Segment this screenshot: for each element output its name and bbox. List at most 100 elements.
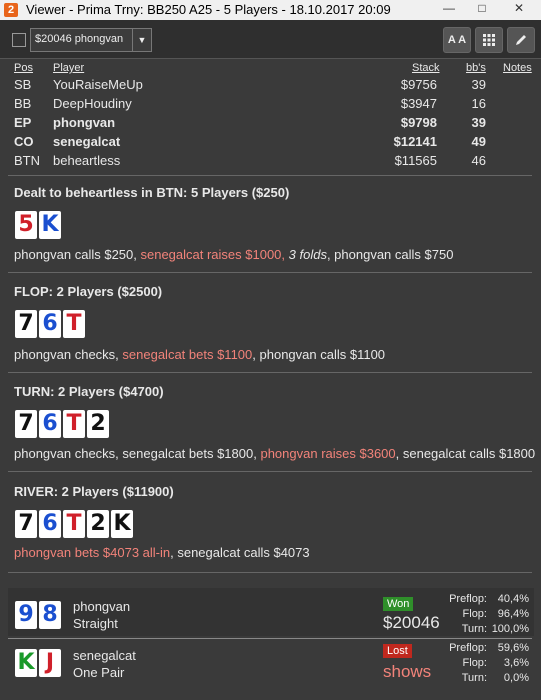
card: K [111,510,133,538]
equity-label: Flop: [462,608,487,620]
player-cell: phongvan [53,115,116,130]
restore-icon[interactable]: □ [468,0,496,18]
card: K [15,649,37,677]
font-size-button[interactable]: A A [443,27,471,53]
divider [8,175,532,176]
stack-cell: $9756 [400,77,437,92]
card: 6 [39,310,61,338]
divider [8,572,532,573]
bbs-cell: 39 [471,77,486,92]
grid-icon [483,34,495,46]
card: 5 [15,211,37,239]
action-text: , phongvan calls $1100 [252,347,386,362]
equity-label: Preflop: [449,593,487,605]
equity-label: Turn: [461,623,487,635]
preflop-heading: Dealt to beheartless in BTN: 5 Players (… [14,185,290,200]
stack-cell: $9798 [400,115,437,130]
lost-badge: Lost [383,644,412,658]
flop-actions: phongvan checks, senegalcat bets $1100, … [14,347,385,362]
player-cell: YouRaiseMeUp [53,77,143,92]
hero-checkbox[interactable] [12,33,26,47]
card: 8 [39,601,61,629]
card: 7 [15,410,37,438]
table-row[interactable]: BTN beheartless $11565 46 [0,153,541,172]
pos-cell: BTN [14,153,40,168]
action-text: phongvan calls $250, [14,247,141,262]
toolbar: $20046 phongvan ▼ A A [0,20,541,59]
action-highlight: phongvan bets $4073 all-in [14,545,171,560]
equity-label: Turn: [461,672,487,684]
action-text: , senegalcat calls $1800 [395,446,536,461]
card: 6 [39,410,61,438]
stack-cell: $12141 [393,134,437,149]
turn-actions: phongvan checks, senegalcat bets $1800, … [14,446,535,461]
result-amount: $20046 [383,613,440,632]
title-bar: 2 Viewer - Prima Trny: BB250 A25 - 5 Pla… [0,0,541,20]
equity-value: 59,6% [497,642,529,654]
divider [8,272,532,273]
edit-button[interactable] [507,27,535,53]
table-row[interactable]: BB DeepHoudiny $3947 16 [0,96,541,115]
header-player[interactable]: Player [53,62,84,74]
divider [8,638,532,639]
grid-button[interactable] [475,27,503,53]
bbs-cell: 16 [471,96,486,111]
card: 7 [15,310,37,338]
won-badge: Won [383,597,414,611]
action-highlight: senegalcat raises $1000, [140,247,289,262]
action-text: phongvan checks, senegalcat bets $1800, [14,446,261,461]
table-row[interactable]: EP phongvan $9798 39 [0,115,541,134]
stack-cell: $11565 [394,153,437,168]
equity-label: Preflop: [449,642,487,654]
header-notes[interactable]: Notes [503,62,532,74]
close-icon[interactable]: ✕ [505,0,533,18]
player-select-value: $20046 phongvan [35,33,124,45]
card: 2 [87,410,109,438]
preflop-actions: phongvan calls $250, senegalcat raises $… [14,247,453,262]
table-row[interactable]: SB YouRaiseMeUp $9756 39 [0,77,541,96]
result-player-name: phongvan [73,599,131,614]
card: K [39,211,61,239]
result-hand: Straight [73,616,118,631]
header-stack[interactable]: Stack [412,62,440,74]
equity-value: 0,0% [503,672,529,684]
table-row[interactable]: CO senegalcat $12141 49 [0,134,541,153]
pos-cell: SB [14,77,32,92]
card: 7 [15,510,37,538]
action-highlight: senegalcat bets $1100 [122,347,253,362]
card: 2 [87,510,109,538]
result-player-name: senegalcat [73,648,136,663]
action-text: , phongvan calls $750 [326,247,454,262]
equity-value: 40,4% [497,593,529,605]
card: 6 [39,510,61,538]
equity-value: 3,6% [503,657,529,669]
divider [8,471,532,472]
pos-cell: BB [14,96,32,111]
header-pos[interactable]: Pos [14,62,33,74]
card: T [63,510,85,538]
minimize-icon[interactable]: — [435,0,463,18]
card: J [39,649,61,677]
flop-heading: FLOP: 2 Players ($2500) [14,284,163,299]
divider [8,372,532,373]
pos-cell: EP [14,115,32,130]
result-amount: shows [383,662,432,681]
card: T [63,410,85,438]
action-highlight: phongvan raises $3600 [260,446,396,461]
player-select[interactable]: $20046 phongvan ▼ [30,28,152,52]
window-title: Viewer - Prima Trny: BB250 A25 - 5 Playe… [26,2,391,17]
action-text: phongvan checks, [14,347,123,362]
player-cell: senegalcat [53,134,121,149]
card: 9 [15,601,37,629]
river-heading: RIVER: 2 Players ($11900) [14,484,174,499]
action-text: , senegalcat calls $4073 [170,545,310,560]
result-hand: One Pair [73,665,125,680]
action-folds: 3 folds [288,247,327,262]
app-icon: 2 [4,3,18,17]
header-bbs[interactable]: bb's [466,62,486,74]
chevron-down-icon: ▼ [132,29,151,51]
stack-cell: $3947 [400,96,437,111]
bbs-cell: 46 [471,153,486,168]
player-cell: DeepHoudiny [53,96,132,111]
turn-heading: TURN: 2 Players ($4700) [14,384,164,399]
